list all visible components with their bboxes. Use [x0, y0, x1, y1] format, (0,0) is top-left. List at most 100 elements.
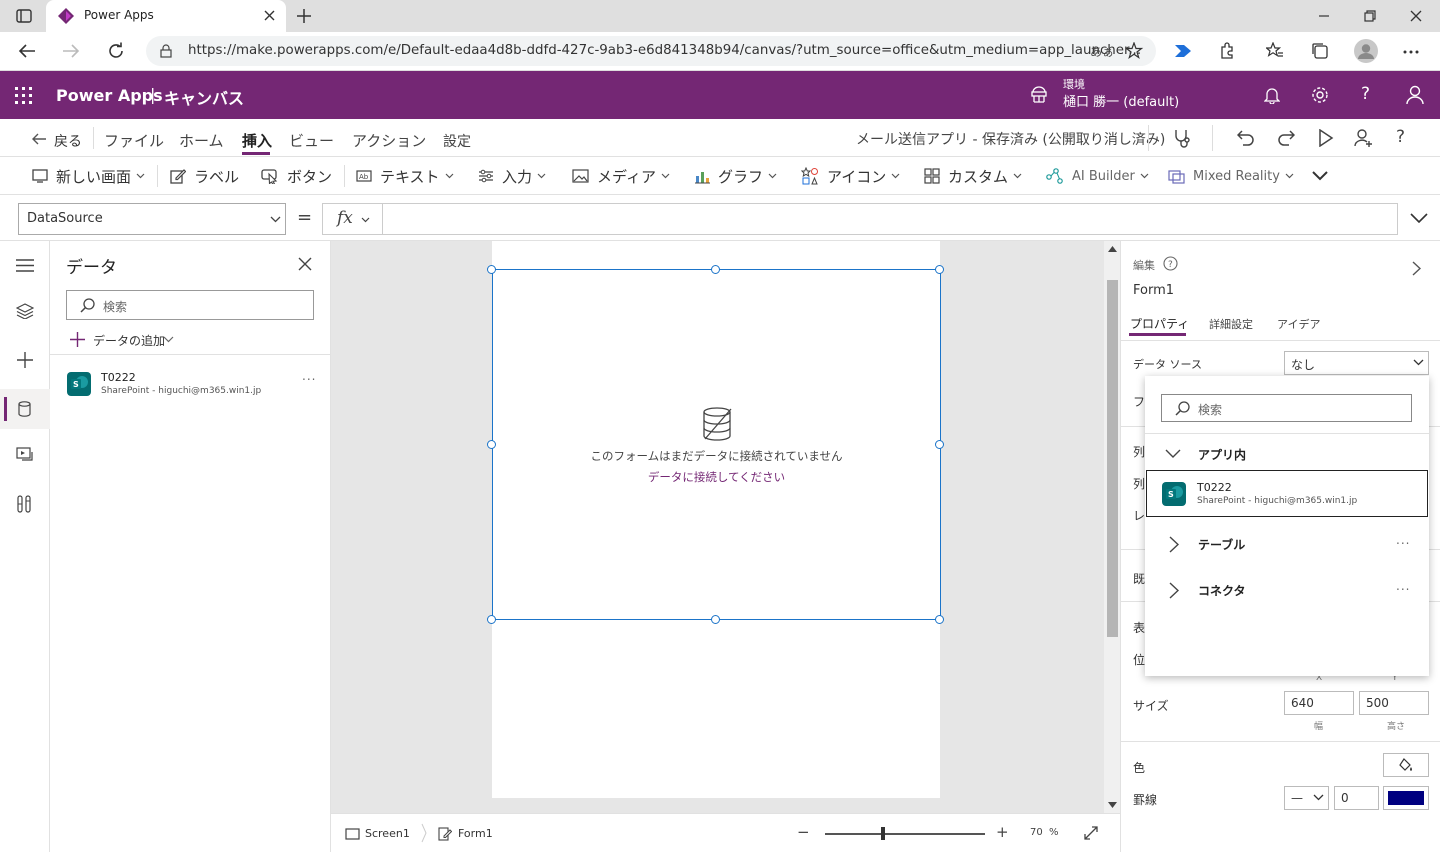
border-color-button[interactable]	[1383, 786, 1429, 810]
resize-handle[interactable]	[711, 265, 720, 274]
account-icon[interactable]	[1406, 85, 1424, 105]
tab-properties[interactable]: プロパティ	[1130, 315, 1189, 332]
property-dropdown[interactable]: DataSource	[18, 203, 286, 235]
input-button[interactable]: 入力	[478, 157, 546, 195]
share-user-icon[interactable]	[1354, 128, 1374, 148]
flyout-source-item[interactable]: S T0222 SharePoint - higuchi@m365.win1.j…	[1146, 470, 1428, 517]
formula-expand-chevron-icon[interactable]	[1410, 213, 1428, 223]
menu-view[interactable]: ビュー	[289, 130, 334, 151]
copilot-icon[interactable]	[1174, 43, 1192, 59]
source-more-icon[interactable]: ...	[302, 369, 316, 383]
back-button[interactable]: 戻る	[54, 131, 82, 151]
help-icon[interactable]: ?	[1361, 84, 1370, 104]
resize-handle[interactable]	[935, 615, 944, 624]
advanced-tools-icon[interactable]	[17, 495, 31, 513]
hamburger-menu-icon[interactable]	[16, 259, 34, 272]
app-launcher-icon[interactable]	[15, 87, 32, 104]
minimize-icon[interactable]	[1318, 10, 1330, 22]
notifications-icon[interactable]	[1264, 86, 1280, 104]
new-screen-button[interactable]: 新しい画面	[32, 157, 145, 195]
tab-actions-icon[interactable]	[16, 9, 32, 23]
rail-data-item[interactable]	[0, 389, 50, 429]
ai-builder-button[interactable]: AI Builder	[1046, 157, 1149, 195]
connectors-more-icon[interactable]: ...	[1396, 579, 1410, 593]
insert-plus-icon[interactable]	[16, 351, 34, 369]
favorites-icon[interactable]	[1266, 42, 1284, 59]
border-style-dropdown[interactable]: —	[1284, 786, 1329, 810]
play-preview-icon[interactable]	[1318, 129, 1334, 147]
close-tab-icon[interactable]	[264, 10, 275, 21]
ribbon-expand-chevron-icon[interactable]	[1312, 171, 1328, 181]
restore-icon[interactable]	[1364, 10, 1376, 22]
label-button[interactable]: ラベル	[170, 157, 239, 195]
back-icon[interactable]	[18, 43, 36, 59]
icon-button[interactable]: アイコン	[801, 157, 900, 195]
back-arrow-icon[interactable]	[31, 132, 47, 146]
mixed-reality-button[interactable]: Mixed Reality	[1168, 157, 1294, 195]
settings-gear-icon[interactable]	[1311, 86, 1329, 104]
media-button[interactable]: メディア	[572, 157, 670, 195]
data-source-item[interactable]: S T0222 SharePoint - higuchi@m365.win1.j…	[50, 365, 330, 405]
resize-handle[interactable]	[711, 615, 720, 624]
resize-handle[interactable]	[935, 440, 944, 449]
fx-button[interactable]: fx	[322, 203, 382, 235]
text-button[interactable]: Ab テキスト	[356, 157, 454, 195]
fit-to-window-icon[interactable]	[1084, 826, 1098, 840]
flyout-search-input[interactable]: 検索	[1161, 394, 1412, 422]
close-panel-icon[interactable]	[298, 257, 312, 271]
tree-view-layers-icon[interactable]	[16, 303, 34, 319]
close-window-icon[interactable]	[1410, 10, 1422, 22]
datasource-dropdown[interactable]: なし	[1284, 351, 1429, 375]
connect-data-link[interactable]: データに接続してください	[493, 469, 940, 485]
help-question-icon[interactable]: ?	[1396, 127, 1405, 147]
extensions-icon[interactable]	[1219, 42, 1236, 59]
tab-advanced[interactable]: 詳細設定	[1209, 316, 1253, 332]
resize-handle[interactable]	[935, 265, 944, 274]
app-brand[interactable]: Power Apps	[56, 86, 163, 105]
url-field[interactable]: https://make.powerapps.com/e/Default-eda…	[146, 36, 1156, 66]
border-width-input[interactable]: 0	[1334, 786, 1379, 810]
profile-avatar[interactable]	[1354, 39, 1378, 63]
refresh-icon[interactable]	[107, 42, 125, 60]
section-tables[interactable]: テーブル ...	[1145, 528, 1429, 560]
env-name[interactable]: 樋口 勝一 (default)	[1063, 91, 1179, 110]
environment-icon[interactable]	[1031, 86, 1047, 103]
resize-handle[interactable]	[487, 615, 496, 624]
section-in-app[interactable]: アプリ内	[1145, 440, 1429, 470]
data-search-input[interactable]: 検索	[66, 290, 314, 320]
collections-icon[interactable]	[1311, 42, 1329, 60]
menu-home[interactable]: ホーム	[179, 130, 224, 151]
section-connectors[interactable]: コネクタ ...	[1145, 574, 1429, 606]
menu-action[interactable]: アクション	[352, 130, 426, 151]
zoom-in-button[interactable]: +	[996, 823, 1009, 841]
fill-color-button[interactable]	[1383, 753, 1429, 777]
menu-insert[interactable]: 挿入	[242, 130, 272, 151]
app-checker-icon[interactable]	[1172, 128, 1192, 148]
forward-icon[interactable]	[62, 43, 80, 59]
redo-icon[interactable]	[1277, 129, 1295, 147]
add-favorite-icon[interactable]	[1126, 42, 1144, 60]
resize-handle[interactable]	[487, 440, 496, 449]
zoom-out-button[interactable]: −	[797, 823, 810, 841]
read-aloud-icon[interactable]: あぁ	[1090, 43, 1114, 60]
scroll-down-icon[interactable]	[1108, 802, 1117, 808]
zoom-slider-thumb[interactable]	[881, 827, 885, 840]
width-input[interactable]: 640	[1284, 691, 1354, 715]
menu-settings[interactable]: 設定	[443, 131, 471, 151]
form-breadcrumb[interactable]: Form1	[458, 827, 493, 840]
scroll-up-icon[interactable]	[1108, 246, 1117, 252]
custom-button[interactable]: カスタム	[924, 157, 1022, 195]
browser-tab[interactable]: Power Apps	[46, 0, 286, 32]
menu-file[interactable]: ファイル	[104, 130, 164, 151]
browser-menu-icon[interactable]	[1403, 50, 1419, 54]
scroll-thumb[interactable]	[1107, 280, 1118, 637]
resize-handle[interactable]	[487, 265, 496, 274]
media-library-icon[interactable]	[16, 447, 34, 463]
zoom-slider[interactable]	[825, 827, 985, 840]
form1-control[interactable]: このフォームはまだデータに接続されていません データに接続してください	[492, 269, 941, 620]
collapse-panel-chevron-icon[interactable]	[1412, 261, 1421, 276]
tab-ideas[interactable]: アイデア	[1277, 316, 1320, 332]
formula-input[interactable]	[382, 203, 1398, 235]
button-button[interactable]: ボタン	[261, 157, 332, 195]
canvas-scrollbar[interactable]	[1104, 241, 1121, 813]
